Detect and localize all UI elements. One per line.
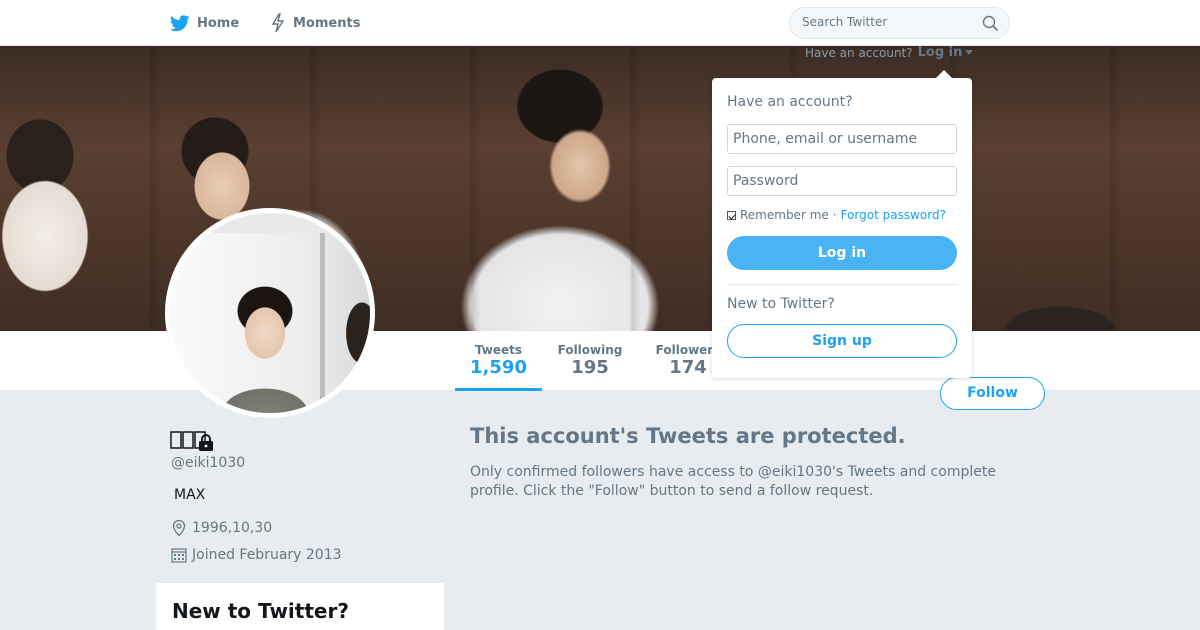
- avatar-photo-sign: [210, 213, 330, 233]
- forgot-password-link[interactable]: Forgot password?: [841, 208, 946, 222]
- nav-moments-label: Moments: [293, 15, 361, 31]
- caret-down-icon[interactable]: [965, 50, 974, 55]
- login-trigger-prompt: Have an account?: [805, 45, 913, 60]
- signup-module-title: New to Twitter?: [172, 599, 349, 623]
- new-to-twitter-prompt: New to Twitter?: [727, 296, 835, 312]
- protected-notice-title: This account's Tweets are protected.: [470, 424, 906, 448]
- lightning-icon: [271, 13, 285, 33]
- login-trigger: Have an account? Log in: [805, 45, 974, 60]
- protected-notice-text: Only confirmed followers have access to …: [470, 464, 996, 499]
- new-to-twitter-module: New to Twitter?: [156, 583, 444, 630]
- follow-button[interactable]: Follow: [940, 377, 1045, 410]
- profile-location-text: 1996,10,30: [192, 520, 273, 536]
- remember-row: Remember me · Forgot password?: [727, 208, 946, 222]
- remember-me-checkbox[interactable]: [727, 210, 736, 220]
- divider: [727, 284, 957, 285]
- search-box[interactable]: Search Twitter: [789, 7, 1010, 39]
- password-field[interactable]: Password: [727, 166, 957, 196]
- signup-button[interactable]: Sign up: [727, 324, 957, 358]
- remember-me-label[interactable]: Remember me: [740, 208, 829, 222]
- stat-tweets[interactable]: Tweets 1,590: [455, 343, 542, 391]
- top-navigation-bar: Home Moments Search Twitter: [0, 0, 1200, 46]
- stat-following[interactable]: Following 195: [550, 343, 630, 378]
- avatar-photo: [170, 213, 370, 413]
- calendar-icon: [171, 548, 187, 563]
- avatar-photo-pole: [320, 233, 325, 403]
- stat-tweets-label: Tweets: [474, 343, 523, 357]
- username-field[interactable]: Phone, email or username: [727, 124, 957, 154]
- profile-bio: MAX: [174, 487, 206, 503]
- profile-joined-text: Joined February 2013: [192, 547, 342, 563]
- login-dropdown-heading: Have an account?: [727, 94, 853, 110]
- dropdown-arrow: [936, 70, 952, 78]
- nav-home[interactable]: Home: [170, 12, 239, 34]
- location-pin-icon: [172, 519, 186, 537]
- login-trigger-link[interactable]: Log in: [918, 45, 963, 60]
- search-icon[interactable]: [982, 15, 999, 32]
- profile-name-row: [170, 428, 214, 455]
- profile-handle[interactable]: @eiki1030: [171, 455, 245, 471]
- search-input[interactable]: Search Twitter: [802, 15, 887, 29]
- separator-dot: ·: [832, 208, 837, 222]
- nav-moments[interactable]: Moments: [270, 12, 360, 34]
- profile-joined-date: Joined February 2013: [171, 547, 342, 563]
- login-dropdown: Have an account? Phone, email or usernam…: [712, 78, 972, 378]
- twitter-bird-icon: [170, 14, 190, 31]
- stat-following-value: 195: [571, 357, 609, 378]
- stat-tweets-value: 1,590: [470, 357, 527, 378]
- stat-following-label: Following: [557, 343, 623, 357]
- profile-location: 1996,10,30: [171, 519, 272, 537]
- nav-home-label: Home: [197, 15, 240, 31]
- protected-lock-icon: [199, 433, 213, 451]
- login-button[interactable]: Log in: [727, 236, 957, 270]
- avatar[interactable]: [165, 208, 375, 418]
